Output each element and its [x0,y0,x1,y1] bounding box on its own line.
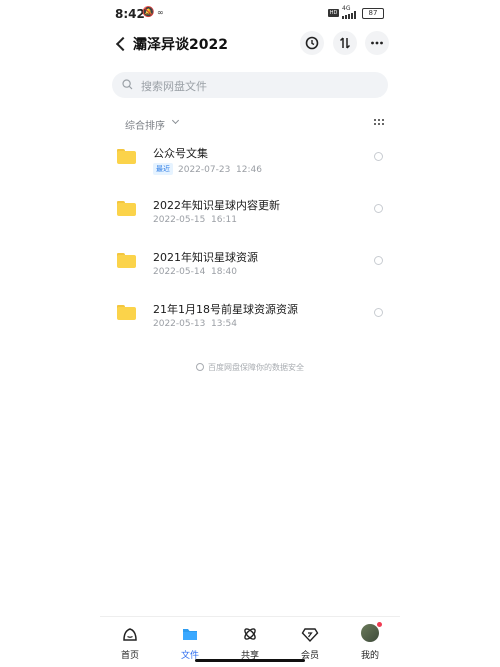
file-time: 18:40 [211,267,237,277]
home-icon [123,628,137,641]
file-date: 2022-05-15 [153,215,206,225]
list-item[interactable]: 21年1月18号前星球资源资源 2022-05-13 13:54 [100,299,400,351]
file-name: 21年1月18号前星球资源资源 [153,303,298,316]
folder-icon [183,629,197,640]
history-button[interactable] [300,31,324,55]
folder-icon [117,201,136,216]
security-note-text: 百度网盘保障你的数据安全 [208,363,304,372]
file-time: 16:11 [211,215,237,225]
file-meta: 2022-05-14 18:40 [153,267,237,277]
recent-badge: 最近 [153,163,173,175]
top-bar: 灞泽异谈2022 [100,30,400,58]
vip-icon [301,628,319,643]
tab-label: 首页 [120,651,139,661]
list-item[interactable]: 2022年知识星球内容更新 2022-05-15 16:11 [100,195,400,247]
grid-view-icon[interactable] [374,119,384,128]
select-radio[interactable] [374,256,383,265]
hd-icon: HD [328,9,339,17]
page-title: 灞泽异谈2022 [133,37,228,53]
share-icon [244,628,256,640]
select-radio[interactable] [374,204,383,213]
search-icon [122,79,133,90]
signal-icon [342,11,358,19]
sort-order-button[interactable] [333,31,357,55]
back-icon[interactable] [112,34,132,54]
sort-arrows-icon [339,37,351,49]
tab-vip[interactable]: 会员 [280,623,340,663]
list-item[interactable]: 公众号文集 最近 2022-07-23 12:46 [100,143,400,195]
more-icon [371,41,383,45]
more-button[interactable] [365,31,389,55]
select-radio[interactable] [374,308,383,317]
search-input[interactable]: 搜索网盘文件 [112,72,388,98]
tab-home[interactable]: 首页 [100,623,160,663]
file-meta: 最近 2022-07-23 12:46 [153,163,262,175]
file-name: 公众号文集 [153,147,208,160]
file-name: 2022年知识星球内容更新 [153,199,280,212]
file-meta: 2022-05-15 16:11 [153,215,237,225]
file-time: 12:46 [236,165,262,175]
sort-row: 综合排序 [100,114,400,134]
link-icon: ∞ [157,8,164,17]
select-radio[interactable] [374,152,383,161]
file-date: 2022-07-23 [178,165,231,175]
security-note: 百度网盘保障你的数据安全 [100,362,400,373]
file-date: 2022-05-13 [153,319,206,329]
file-name: 2021年知识星球资源 [153,251,258,264]
folder-icon [117,253,136,268]
clock-icon [305,36,319,50]
home-indicator [195,659,305,662]
tab-label: 我的 [360,651,379,661]
battery-icon: 87 [362,8,384,19]
avatar [361,624,379,642]
status-bar: 8:42 🔕 ∞ HD 4G 87 [100,0,400,28]
folder-icon [117,305,136,320]
app-screen: 8:42 🔕 ∞ HD 4G 87 灞泽异谈2022 搜索网盘文件 综合排序 公… [100,0,400,667]
sort-dropdown[interactable]: 综合排序 [125,117,165,132]
shield-icon [196,363,204,371]
list-item[interactable]: 2021年知识星球资源 2022-05-14 18:40 [100,247,400,299]
chevron-down-icon[interactable] [172,117,180,125]
search-placeholder: 搜索网盘文件 [141,80,207,93]
mute-icon: 🔕 [142,7,155,18]
file-time: 13:54 [211,319,237,329]
tab-mine[interactable]: 我的 [340,622,400,663]
status-time: 8:42 [115,7,145,21]
notification-dot [377,622,382,627]
file-date: 2022-05-14 [153,267,206,277]
folder-icon [117,149,136,164]
tab-files[interactable]: 文件 [160,623,220,663]
file-meta: 2022-05-13 13:54 [153,319,237,329]
tab-share[interactable]: 共享 [220,623,280,663]
